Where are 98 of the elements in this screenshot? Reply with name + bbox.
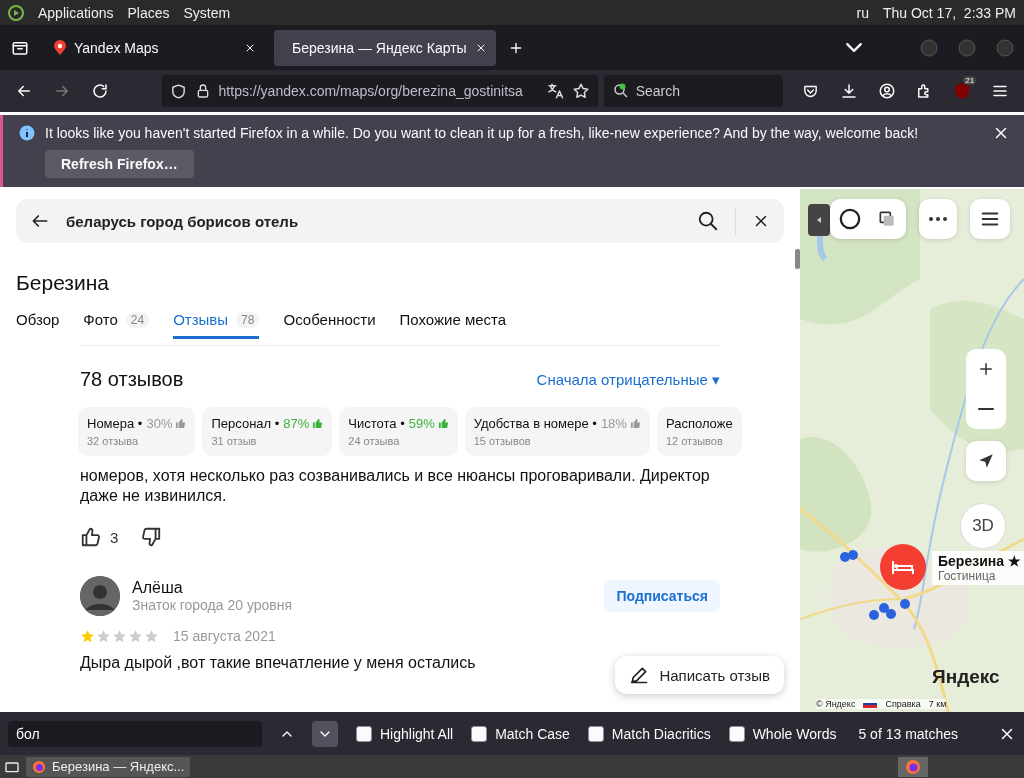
count-badge: 78 <box>236 311 260 328</box>
review-date: 15 августа 2021 <box>173 628 276 644</box>
next-match-button[interactable] <box>312 720 338 747</box>
place-tab[interactable]: Обзор <box>16 311 60 339</box>
checkbox[interactable] <box>471 725 488 742</box>
refresh-button[interactable]: Refresh Firefox… <box>45 150 194 178</box>
star-icon <box>144 628 159 644</box>
scrollbar-thumb[interactable] <box>795 249 800 269</box>
review-text: номеров, хотя несколько раз созванивались и все нюансы проговаривали. Директор даже не извинился. <box>80 466 711 506</box>
account-icon <box>877 82 896 100</box>
menu-button[interactable] <box>970 199 1010 239</box>
author-name[interactable]: Алёша <box>132 579 293 597</box>
search-icon <box>611 82 630 100</box>
checkbox-label[interactable]: Match Diacritics <box>611 725 711 742</box>
write-review-button[interactable]: Написать отзыв <box>615 656 784 694</box>
map-logo: Яндекс <box>932 666 1000 688</box>
checkbox-label[interactable]: Whole Words <box>752 725 837 742</box>
info-icon <box>19 125 35 141</box>
browser-tab[interactable]: Березина — Яндекс Карты <box>274 29 496 66</box>
star-icon <box>571 82 590 100</box>
thumb-up-icon <box>629 418 641 429</box>
author-level: Знаток города 20 уровня <box>132 597 293 613</box>
star-icon <box>96 628 111 644</box>
thumb-up-icon <box>175 418 187 429</box>
zoom-in-button[interactable] <box>966 349 1006 389</box>
reviews-heading: 78 отзывов <box>80 368 184 391</box>
url-field[interactable]: https://yandex.com/maps/org/berezina_gostinitsa <box>161 75 598 107</box>
layers-icon <box>877 209 897 229</box>
translate-icon <box>545 82 564 100</box>
place-tab[interactable]: Похожие места <box>399 311 507 339</box>
star-icon <box>128 628 143 644</box>
taskbar-window[interactable]: Березина — Яндекс... <box>26 756 191 777</box>
checkbox[interactable] <box>356 725 372 742</box>
place-category: Гостиница <box>938 569 997 583</box>
star-icon <box>80 628 95 644</box>
like-button[interactable]: 3 <box>80 526 119 548</box>
locate-button[interactable] <box>966 441 1006 481</box>
checkbox-label[interactable]: Highlight All <box>380 725 454 742</box>
place-tab[interactable]: Особенности <box>283 311 376 339</box>
navigation-arrow-icon <box>977 452 995 470</box>
review-text: Дыра дырой ,вот такие впечатление у меня остались <box>80 654 477 672</box>
help-link[interactable]: Справка <box>885 699 921 709</box>
category-card[interactable]: Номера • 30% 32 отзыва <box>78 407 196 456</box>
collapse-panel-button[interactable] <box>808 204 830 236</box>
category-card[interactable]: Удобства в номере • 18% 15 отзывов <box>464 407 650 456</box>
checkbox-label[interactable]: Match Case <box>495 725 570 742</box>
search-field[interactable]: беларусь город борисов отель <box>16 199 784 243</box>
copyright: © Яндекс <box>816 699 856 709</box>
find-field[interactable]: бол <box>8 720 262 747</box>
avatar[interactable] <box>80 576 120 616</box>
search-field[interactable]: Search <box>603 75 783 107</box>
place-tab[interactable]: Фото 24 <box>83 311 150 339</box>
pencil-icon <box>629 665 650 685</box>
keyboard-layout[interactable]: ru <box>856 4 869 21</box>
place-name[interactable]: Березина ★ <box>938 553 1021 569</box>
extension-badge: 21 <box>963 76 977 85</box>
circle-icon <box>839 208 861 230</box>
category-card[interactable]: Персонал • 87% 31 отзыв <box>202 407 333 456</box>
notification-message: It looks like you haven't started Firefox in a while. Do you want to clean it up for a fresh, like-new experience? And by the way, welcome back! <box>45 125 920 141</box>
shield-icon <box>169 82 187 100</box>
plus-icon <box>977 360 995 378</box>
more-button[interactable] <box>919 199 957 239</box>
star-icon <box>112 628 127 644</box>
scale-label: 7 км <box>928 699 947 709</box>
sort-link[interactable]: Сначала отрицательные ▾ <box>536 370 720 389</box>
clock[interactable]: Thu Oct 17, 2:33 PM <box>882 4 1016 21</box>
top-menu[interactable]: Places <box>127 4 170 21</box>
bed-icon <box>892 559 914 575</box>
download-icon <box>839 82 858 100</box>
top-menu[interactable]: Applications <box>38 4 114 21</box>
map-pin-icon <box>54 40 66 55</box>
thumb-up-icon <box>80 526 102 548</box>
flag-icon <box>863 700 878 708</box>
place-title: Березина <box>16 271 110 295</box>
reload-icon <box>90 82 109 100</box>
browser-tab[interactable]: Yandex Maps <box>44 29 266 66</box>
minus-icon <box>978 408 994 410</box>
more-icon <box>928 217 948 221</box>
subscribe-button[interactable]: Подписаться <box>604 580 720 612</box>
count-badge: 24 <box>125 311 150 328</box>
dislike-button[interactable] <box>140 526 163 548</box>
thumb-up-icon <box>437 418 449 429</box>
search-icon <box>697 210 719 232</box>
app-menu-icon[interactable] <box>8 4 24 21</box>
checkbox[interactable] <box>728 725 745 742</box>
thumb-down-icon <box>140 526 163 548</box>
map-layers-button[interactable] <box>830 199 906 239</box>
category-card[interactable]: Чистота • 59% 24 отзыва <box>339 407 458 456</box>
chevron-down-icon <box>846 43 862 52</box>
checkbox[interactable] <box>587 725 604 742</box>
category-card[interactable]: Расположе 12 отзывов <box>656 407 742 456</box>
caret-left-icon <box>817 217 821 223</box>
browser-logo-icon <box>905 758 921 775</box>
top-menu[interactable]: System <box>183 4 231 21</box>
match-count: 5 of 13 matches <box>858 725 959 742</box>
browser-logo-icon <box>32 759 46 774</box>
place-tab[interactable]: Отзывы 78 <box>173 311 260 339</box>
thumb-up-icon <box>312 418 324 429</box>
